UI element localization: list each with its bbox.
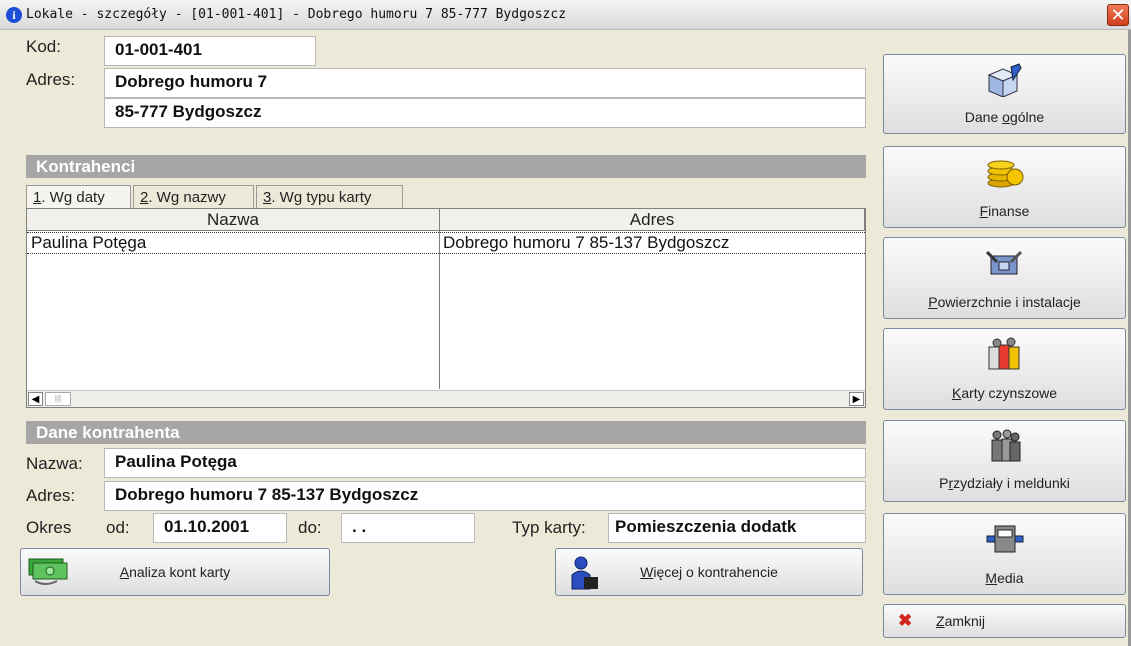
adres-line2-field[interactable]: 85-777 Bydgoszcz	[104, 98, 866, 128]
karty-post: arty czynszowe	[961, 385, 1058, 401]
nazwa-label: Nazwa:	[26, 454, 83, 473]
analiza-mnemonic: A	[119, 564, 130, 580]
meter-icon	[986, 525, 1023, 553]
analiza-text: naliza kont karty	[129, 564, 231, 580]
dane-ogolne-button[interactable]: Dane ogólne	[883, 54, 1126, 134]
analiza-kont-karty-label: Analiza kont karty	[21, 564, 329, 580]
tab-wg-nazwy[interactable]: 2. Wg nazwy	[133, 185, 254, 209]
powierzchnie-post: owierzchnie i instalacje	[937, 294, 1081, 310]
karty-czynszowe-label: Karty czynszowe	[884, 385, 1125, 401]
info-icon: i	[6, 7, 22, 23]
przydzialy-post: zydziały i meldunki	[953, 475, 1070, 491]
adres-label: Adres:	[26, 70, 76, 89]
media-mnemonic: M	[985, 570, 998, 586]
analiza-kont-karty-button[interactable]: Analiza kont karty	[20, 548, 330, 596]
tab-wg-nazwy-label: . Wg nazwy	[148, 189, 226, 206]
finanse-mnemonic: F	[979, 203, 989, 219]
przydzialy-label: Przydziały i meldunki	[884, 475, 1125, 491]
scroll-left-icon[interactable]: ◀	[28, 392, 43, 406]
do-label: do:	[298, 518, 322, 537]
wiecej-text: ięcej o kontrahencie	[653, 564, 778, 580]
tab-wg-daty[interactable]: 1. Wg daty	[26, 185, 131, 210]
table-cell-nazwa[interactable]: Paulina Potęga	[31, 233, 146, 253]
coins-icon	[987, 160, 1023, 188]
scroll-right-icon[interactable]: ▶	[849, 392, 864, 406]
window-close-button[interactable]: ✕	[1107, 4, 1129, 26]
nazwa-field[interactable]: Paulina Potęga	[104, 448, 866, 478]
kod-field[interactable]: 01-001-401	[104, 36, 316, 66]
adres-kontrahenta-label: Adres:	[26, 486, 76, 505]
okres-label: Okres	[26, 518, 72, 537]
window-title: Lokale - szczegóły - [01-001-401] - Dobr…	[26, 7, 567, 22]
column-separator	[439, 209, 440, 389]
wiecej-label: Więcej o kontrahencie	[556, 564, 862, 580]
typ-karty-label: Typ karty:	[512, 518, 586, 537]
finanse-post: inanse	[988, 203, 1030, 219]
powierzchnie-button[interactable]: Powierzchnie i instalacje	[883, 237, 1126, 319]
karty-czynszowe-button[interactable]: Karty czynszowe	[883, 328, 1126, 410]
okres-od-field[interactable]: 01.10.2001	[153, 513, 287, 543]
title-bar: i Lokale - szczegóły - [01-001-401] - Do…	[0, 0, 1131, 30]
tab-wg-daty-label: . Wg daty	[41, 189, 105, 206]
scroll-thumb[interactable]: |||	[45, 392, 71, 406]
typ-karty-field[interactable]: Pomieszczenia dodatk	[608, 513, 866, 543]
dane-ogolne-mnemonic: o	[1002, 109, 1010, 125]
kontrahenci-table[interactable]: Nazwa Adres Paulina Potęga Dobrego humor…	[26, 208, 866, 408]
horizontal-scrollbar[interactable]: ◀ ||| ▶	[27, 390, 865, 407]
media-label: Media	[884, 570, 1125, 586]
cards-icon	[988, 337, 1019, 370]
kod-label: Kod:	[26, 37, 61, 56]
close-x-icon: ✖	[898, 611, 913, 630]
dane-ogolne-post: gólne	[1009, 109, 1045, 125]
dane-kontrahenta-section-header: Dane kontrahenta	[26, 421, 866, 444]
wiecej-mnemonic: W	[640, 564, 654, 580]
media-button[interactable]: Media	[883, 513, 1126, 595]
adres-kontrahenta-field[interactable]: Dobrego humoru 7 85-137 Bydgoszcz	[104, 481, 866, 511]
okres-do-field[interactable]: . .	[341, 513, 475, 543]
kontrahenci-section-header: Kontrahenci	[26, 155, 866, 178]
media-post: edia	[997, 570, 1024, 586]
przydzialy-button[interactable]: Przydziały i meldunki	[883, 420, 1126, 502]
row-border-bottom	[27, 253, 865, 254]
zamknij-mnemonic: Z	[936, 613, 945, 629]
dane-ogolne-pre: Dane	[964, 109, 1003, 125]
powierzchnie-mnemonic: P	[928, 294, 938, 310]
finanse-button[interactable]: Finanse	[883, 146, 1126, 228]
zamknij-post: amknij	[944, 613, 986, 629]
column-header-nazwa[interactable]: Nazwa	[27, 209, 440, 231]
tab-wg-typu-karty-label: . Wg typu karty	[271, 189, 372, 206]
od-label: od:	[106, 518, 130, 537]
notebook-pen-icon	[987, 63, 1022, 97]
zamknij-button[interactable]: ✖ Zamknij	[883, 604, 1126, 638]
tools-icon	[985, 250, 1022, 275]
table-cell-adres[interactable]: Dobrego humoru 7 85-137 Bydgoszcz	[443, 233, 729, 253]
powierzchnie-label: Powierzchnie i instalacje	[884, 294, 1125, 310]
zamknij-label: Zamknij	[936, 613, 1125, 629]
people-icon	[991, 429, 1020, 462]
finanse-label: Finanse	[884, 203, 1125, 219]
wiecej-o-kontrahencie-button[interactable]: Więcej o kontrahencie	[555, 548, 863, 596]
karty-mnemonic: K	[951, 385, 962, 401]
adres-line1-field[interactable]: Dobrego humoru 7	[104, 68, 866, 98]
tab-wg-typu-karty[interactable]: 3. Wg typu karty	[256, 185, 403, 209]
dane-ogolne-label: Dane ogólne	[884, 109, 1125, 125]
column-header-adres[interactable]: Adres	[440, 209, 865, 231]
